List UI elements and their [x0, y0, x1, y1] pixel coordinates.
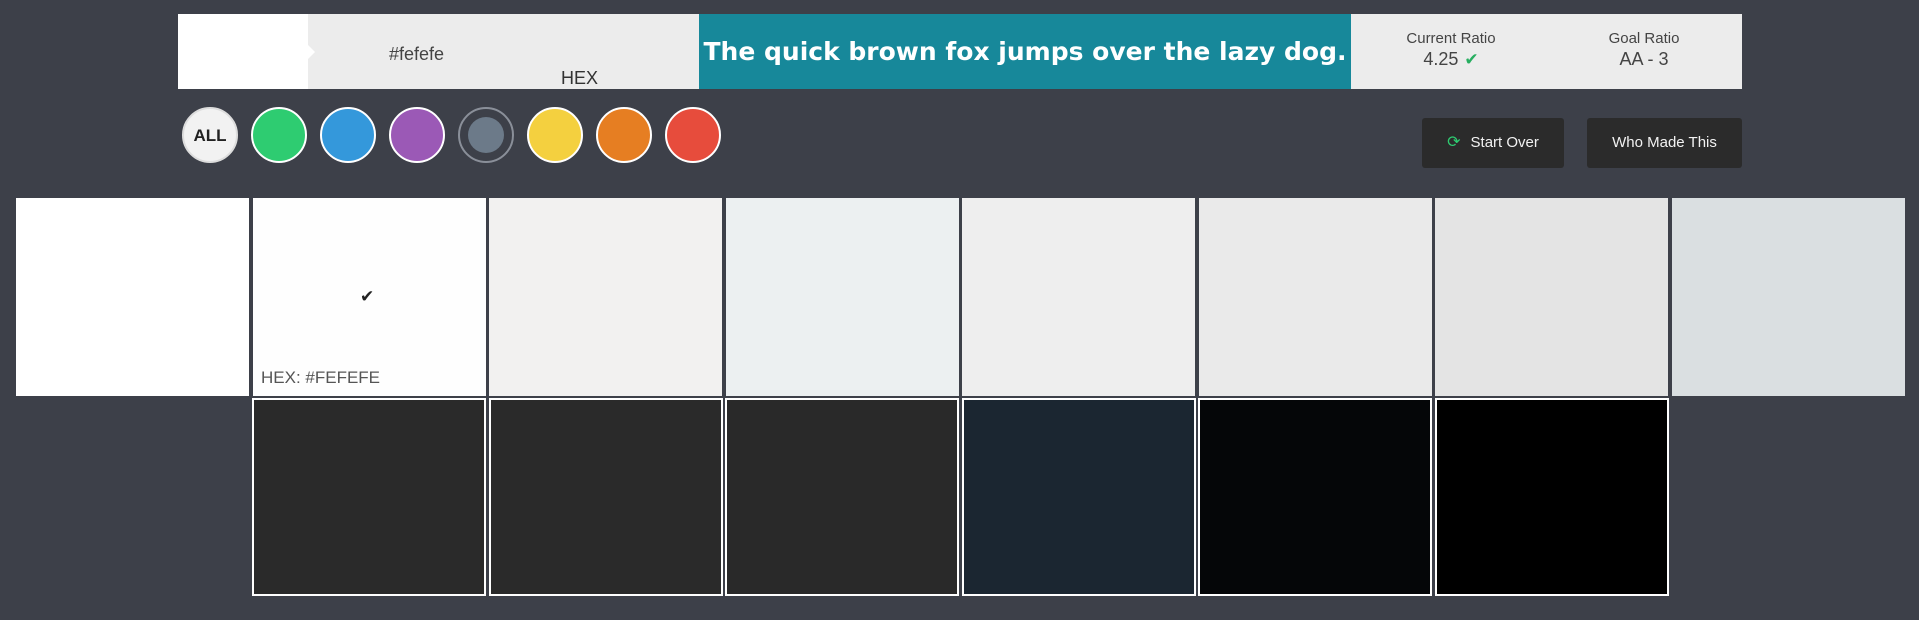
color-swatch[interactable]: [16, 198, 249, 396]
selected-swatch-card[interactable]: [264, 210, 476, 357]
filter-yellow-button[interactable]: [527, 107, 583, 163]
filter-orange-button[interactable]: [596, 107, 652, 163]
filter-gray-button[interactable]: [458, 107, 514, 163]
check-icon: ✔: [360, 287, 375, 306]
selected-hex-caption: HEX: #FEFEFE: [261, 368, 381, 387]
goal-ratio: Goal Ratio AA - 3: [1574, 30, 1714, 70]
refresh-icon: ⟳: [1447, 134, 1461, 151]
filter-green-button[interactable]: [251, 107, 307, 163]
goal-ratio-value[interactable]: AA - 3: [1574, 49, 1714, 70]
filter-gray-dot: [468, 117, 504, 153]
color-swatch[interactable]: [489, 198, 722, 396]
who-made-this-button[interactable]: Who Made This: [1587, 118, 1742, 168]
who-made-this-label: Who Made This: [1612, 134, 1717, 151]
color-swatch[interactable]: [252, 398, 486, 596]
goal-ratio-label: Goal Ratio: [1608, 30, 1680, 47]
check-icon: ✔: [1464, 50, 1479, 69]
color-swatch[interactable]: [1434, 398, 1669, 596]
color-swatch[interactable]: [725, 198, 959, 396]
color-swatch[interactable]: [962, 198, 1195, 396]
filter-red-button[interactable]: [665, 107, 721, 163]
color-swatch[interactable]: [1435, 198, 1668, 396]
color-swatch[interactable]: [1671, 198, 1905, 396]
top-bar: #fefefe HEX The quick brown fox jumps ov…: [178, 14, 1742, 89]
current-ratio-label: Current Ratio: [1406, 30, 1496, 47]
current-ratio-value: 4.25: [1423, 49, 1459, 69]
color-swatch[interactable]: [488, 398, 723, 596]
start-over-button[interactable]: ⟳ Start Over: [1422, 118, 1564, 168]
current-color-swatch[interactable]: [178, 14, 308, 89]
current-ratio: Current Ratio 4.25 ✔: [1381, 30, 1521, 70]
filter-all-button[interactable]: ALL: [182, 107, 238, 163]
color-swatch[interactable]: [1198, 398, 1432, 596]
filter-purple-button[interactable]: [389, 107, 445, 163]
hex-label: HEX: [561, 68, 599, 88]
start-over-label: Start Over: [1470, 134, 1539, 151]
color-swatch[interactable]: [961, 398, 1196, 596]
color-swatch[interactable]: [1198, 198, 1432, 396]
swatch-pointer: [308, 45, 315, 59]
filter-blue-button[interactable]: [320, 107, 376, 163]
current-ratio-value-row: 4.25 ✔: [1381, 49, 1521, 70]
hex-input[interactable]: #fefefe: [389, 44, 444, 65]
sample-text-preview: The quick brown fox jumps over the lazy …: [699, 14, 1351, 89]
color-swatch[interactable]: [725, 398, 959, 596]
